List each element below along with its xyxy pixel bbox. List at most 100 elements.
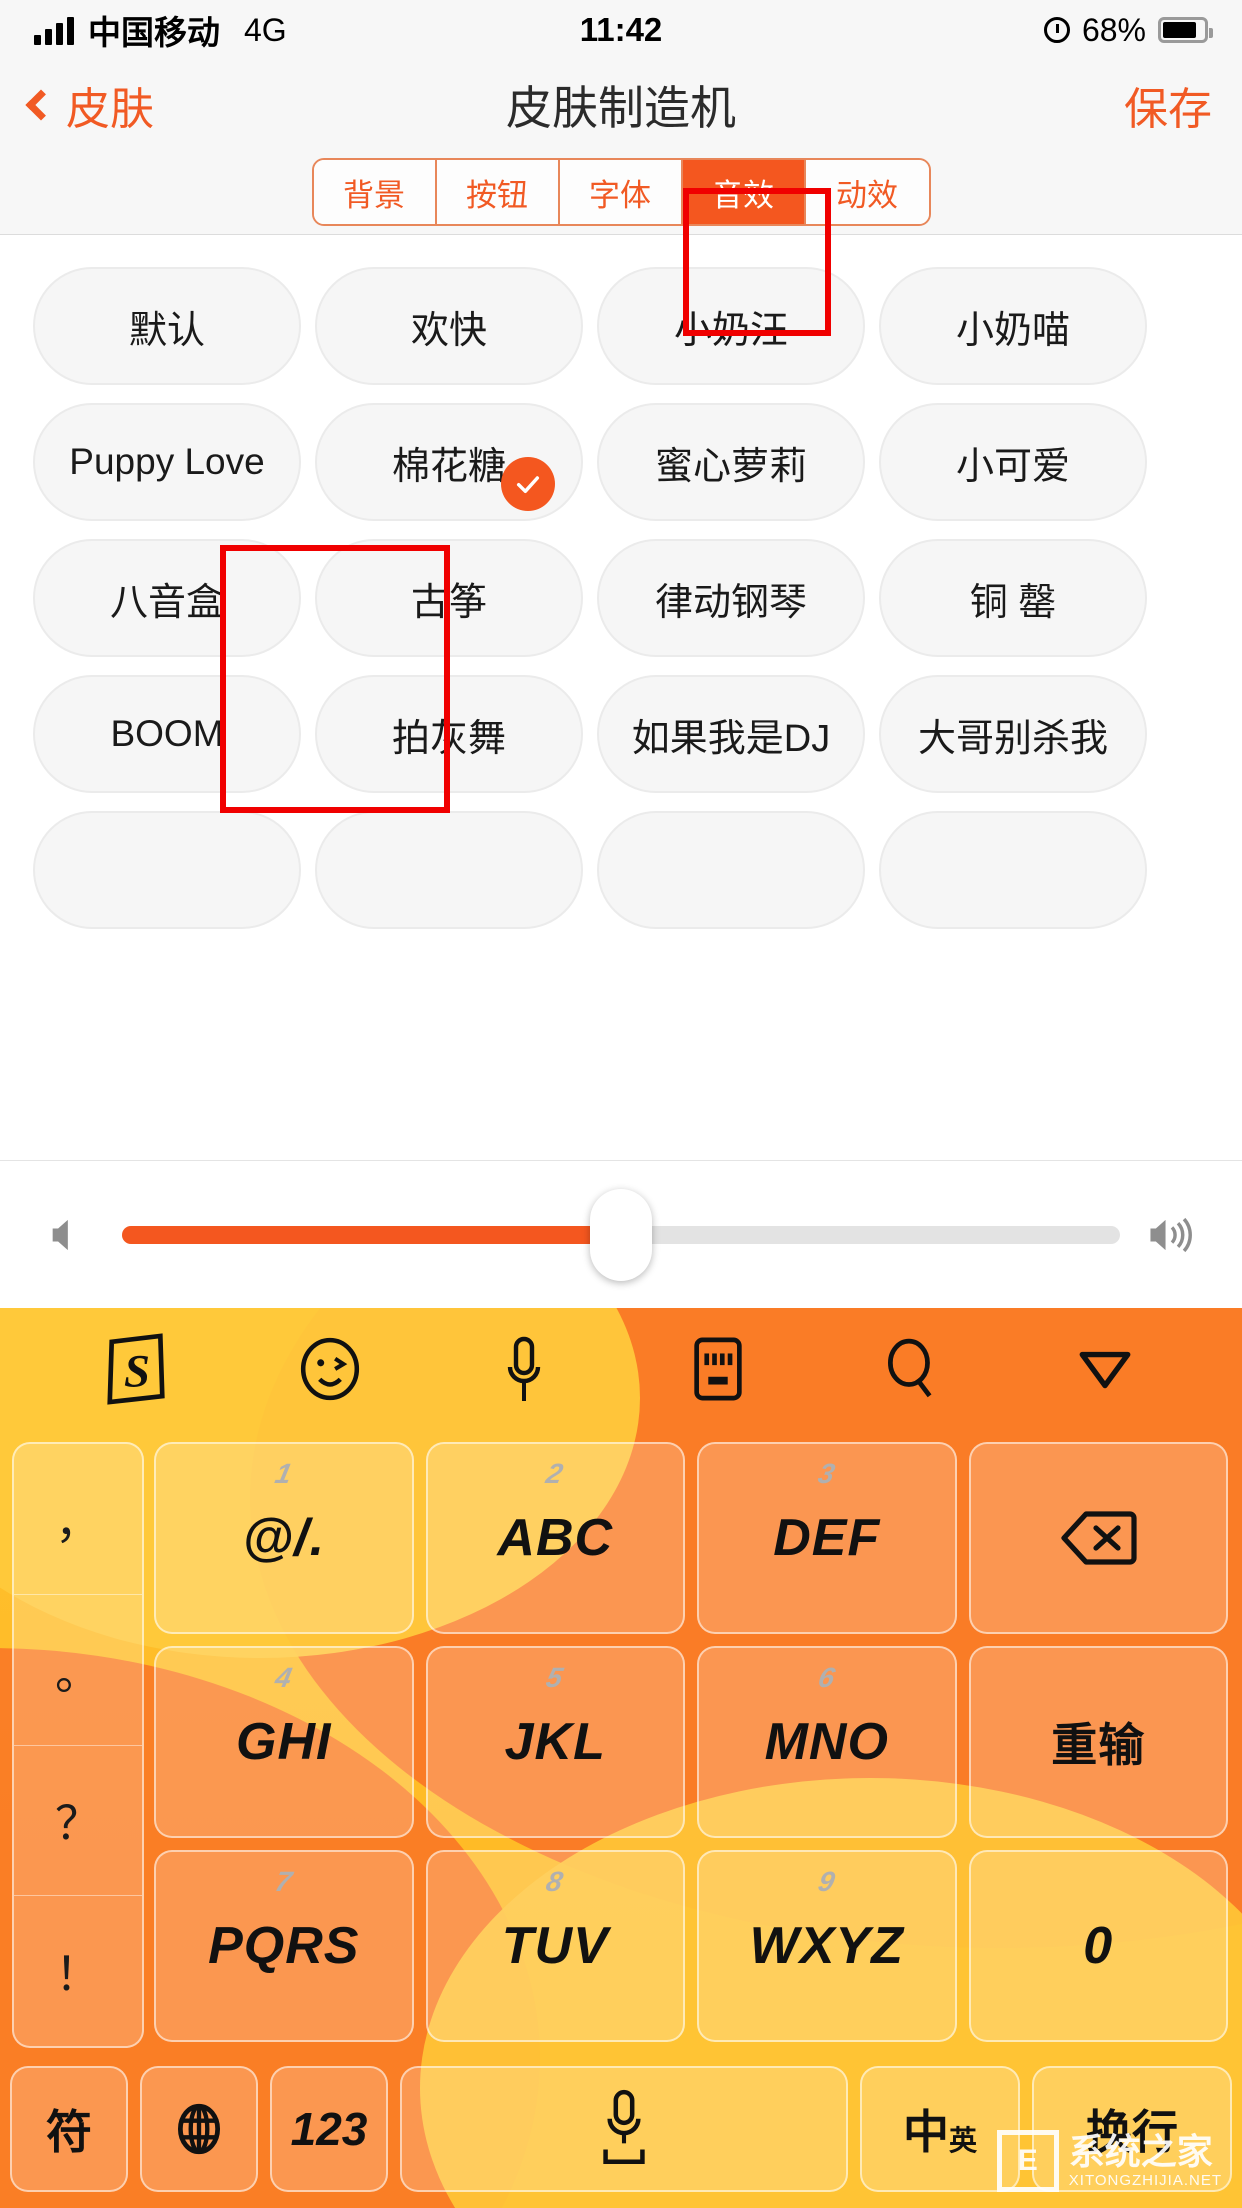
keypad-row: 7 PQRS 8 TUV 9 WXYZ 0	[148, 1844, 1234, 2048]
key-@/.[interactable]: 1 @/.	[154, 1442, 414, 1634]
sound-chip-label: 棉花糖	[391, 445, 506, 488]
sound-chip-label: 如果我是DJ	[631, 717, 831, 760]
virtual-keyboard[interactable]: S ， 。 ？ ！ 1 @/. 2 ABC 3 DEF 4 GHI 5 JKL …	[0, 1308, 1242, 2208]
numeric-key[interactable]: 123	[270, 2066, 388, 2192]
check-circle-icon	[501, 457, 555, 511]
sound-effect-list[interactable]: 默认 欢快 小奶汪 小奶喵 Puppy Love 棉花糖 蜜心萝莉 小可爱 八音盒 古筝 律动钢琴铜…	[0, 235, 1242, 1160]
volume-slider-fill	[122, 1225, 621, 1244]
sound-chip[interactable]: 律动钢琴	[597, 539, 865, 657]
symbol-key[interactable]: 符	[10, 2066, 128, 2192]
punctuation-column[interactable]: ，。？！	[8, 1436, 148, 2048]
sound-chip-label: 默认	[128, 309, 205, 352]
sound-chip[interactable]: 欢快	[315, 267, 583, 385]
tab-0[interactable]: 背景	[313, 160, 437, 224]
sogou-logo-icon[interactable]: S	[87, 1319, 187, 1419]
key-GHI[interactable]: 4 GHI	[154, 1646, 414, 1838]
sound-chip[interactable]	[33, 811, 301, 929]
sound-chip-label: 铜 罄	[969, 581, 1057, 624]
sound-chip-label: 小可爱	[955, 445, 1070, 488]
sound-chip[interactable]: 铜 罄	[879, 539, 1147, 657]
back-button-label: 皮肤	[66, 85, 154, 134]
punctuation-cell[interactable]: ，	[14, 1444, 142, 1595]
sound-chip[interactable]	[315, 811, 583, 929]
keypad: 1 @/. 2 ABC 3 DEF 4 GHI 5 JKL 6 MNO 重输 7 PQRS 8 TUV 9 WXYZ…	[148, 1436, 1234, 2048]
page-title: 皮肤制造机	[506, 82, 736, 134]
backspace-icon	[1061, 1511, 1137, 1565]
sound-chip-label: 蜜心萝莉	[654, 445, 807, 488]
battery-icon	[1158, 17, 1213, 43]
key-label: MNO	[764, 1713, 889, 1771]
key-label: DEF	[773, 1509, 881, 1567]
svg-text:S: S	[124, 1346, 150, 1398]
segmented-control: 背景 按钮 字体 音效 动效	[311, 158, 931, 226]
sound-chip[interactable]: 大哥别杀我	[879, 675, 1147, 793]
watermark: E 系统之家 XITONGZHIJIA.NET	[996, 2130, 1222, 2192]
tab-label: 动效	[836, 177, 898, 213]
speaker-mute-icon[interactable]	[40, 1209, 100, 1261]
tab-2[interactable]: 字体	[559, 160, 683, 224]
search-icon[interactable]	[861, 1319, 961, 1419]
back-button[interactable]: 皮肤	[25, 73, 154, 137]
punctuation-cell[interactable]: ？	[14, 1746, 142, 1897]
backspace-key[interactable]	[968, 1442, 1228, 1634]
punctuation-key[interactable]: ，。？！	[12, 1442, 144, 2048]
punctuation-cell[interactable]: 。	[14, 1595, 142, 1746]
key-重输[interactable]: 重输	[968, 1646, 1228, 1838]
emoji-face-icon[interactable]	[280, 1319, 380, 1419]
key-JKL[interactable]: 5 JKL	[425, 1646, 685, 1838]
tab-1[interactable]: 按钮	[436, 160, 560, 224]
sound-chip[interactable]: Puppy Love	[33, 403, 301, 521]
key-TUV[interactable]: 8 TUV	[425, 1850, 685, 2042]
watermark-logo-icon: E	[996, 2130, 1059, 2192]
language-primary-label: 中	[902, 2106, 949, 2158]
keypad-row: 4 GHI 5 JKL 6 MNO 重输	[148, 1640, 1234, 1844]
key-WXYZ[interactable]: 9 WXYZ	[697, 1850, 957, 2042]
watermark-title: 系统之家	[1068, 2131, 1213, 2172]
sound-chip[interactable]: 如果我是DJ	[597, 675, 865, 793]
key-number-hint: 7	[272, 1866, 296, 1897]
sound-chip[interactable]: 蜜心萝莉	[597, 403, 865, 521]
key-number-hint: 1	[272, 1458, 296, 1489]
volume-slider-thumb[interactable]	[590, 1188, 652, 1281]
annotation-box-sound-tab	[683, 188, 831, 336]
speaker-high-icon[interactable]	[1142, 1209, 1202, 1261]
space-key[interactable]	[400, 2066, 848, 2192]
volume-slider-track[interactable]	[122, 1188, 1120, 1281]
sound-chip-label: 律动钢琴	[654, 581, 807, 624]
sound-chip[interactable]	[597, 811, 865, 929]
key-ABC[interactable]: 2 ABC	[425, 1442, 685, 1634]
status-bar: 中国移动 4G 11:42 68%	[0, 0, 1242, 60]
sound-chip[interactable]: 默认	[33, 267, 301, 385]
sound-chip[interactable]: 棉花糖	[315, 403, 583, 521]
sound-chip-label: 欢快	[410, 309, 487, 352]
annotation-box-selected-sound	[220, 545, 450, 813]
key-label: 重输	[1051, 1719, 1146, 1771]
chevron-down-icon[interactable]	[1055, 1319, 1155, 1419]
key-label: TUV	[501, 1917, 609, 1975]
sound-chip[interactable]	[879, 811, 1147, 929]
status-bar-left: 中国移动 4G	[34, 6, 287, 54]
key-DEF[interactable]: 3 DEF	[697, 1442, 957, 1634]
key-number-hint: 4	[272, 1662, 296, 1693]
volume-control-bar[interactable]	[0, 1160, 1242, 1308]
key-MNO[interactable]: 6 MNO	[697, 1646, 957, 1838]
punctuation-cell[interactable]: ！	[14, 1896, 142, 2046]
sound-chip[interactable]: 小奶喵	[879, 267, 1147, 385]
tab-label: 背景	[343, 177, 405, 213]
sound-chip-label: Puppy Love	[69, 441, 265, 482]
key-number-hint: 6	[815, 1662, 839, 1693]
keyboard-icon[interactable]	[668, 1319, 768, 1419]
key-PQRS[interactable]: 7 PQRS	[154, 1850, 414, 2042]
sound-chip[interactable]: 小可爱	[879, 403, 1147, 521]
save-button[interactable]: 保存	[1124, 73, 1212, 137]
microphone-icon[interactable]	[474, 1319, 574, 1419]
key-label: JKL	[504, 1713, 606, 1771]
globe-key[interactable]	[140, 2066, 258, 2192]
key-0[interactable]: 0	[968, 1850, 1228, 2042]
key-number-hint: 2	[543, 1458, 567, 1489]
network-type-label: 4G	[244, 11, 287, 48]
sound-effect-grid: 默认 欢快 小奶汪 小奶喵 Puppy Love 棉花糖 蜜心萝莉 小可爱 八音盒 古筝 律动钢琴铜…	[0, 235, 1242, 947]
keypad-row: 1 @/. 2 ABC 3 DEF	[148, 1436, 1234, 1640]
tab-label: 按钮	[466, 177, 528, 213]
key-label: 0	[1083, 1917, 1114, 1975]
